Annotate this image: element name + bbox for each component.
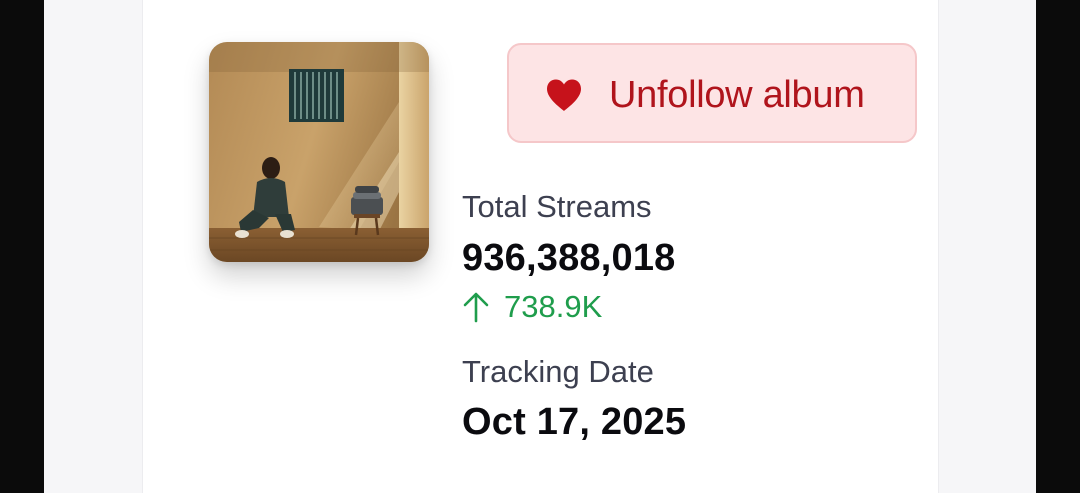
streams-delta-value: 738.9K — [504, 289, 603, 324]
total-streams-value: 936,388,018 — [462, 237, 676, 279]
arrow-up-icon — [463, 292, 489, 323]
tracking-date-label: Tracking Date — [462, 354, 654, 389]
streams-delta: 738.9K — [462, 287, 602, 327]
album-cover[interactable] — [209, 42, 429, 262]
heart-icon — [547, 79, 581, 111]
unfollow-album-label: Unfollow album — [609, 74, 865, 116]
total-streams-label: Total Streams — [462, 189, 652, 224]
tracking-date-value: Oct 17, 2025 — [462, 401, 687, 443]
unfollow-album-button[interactable]: Unfollow album — [507, 43, 917, 143]
